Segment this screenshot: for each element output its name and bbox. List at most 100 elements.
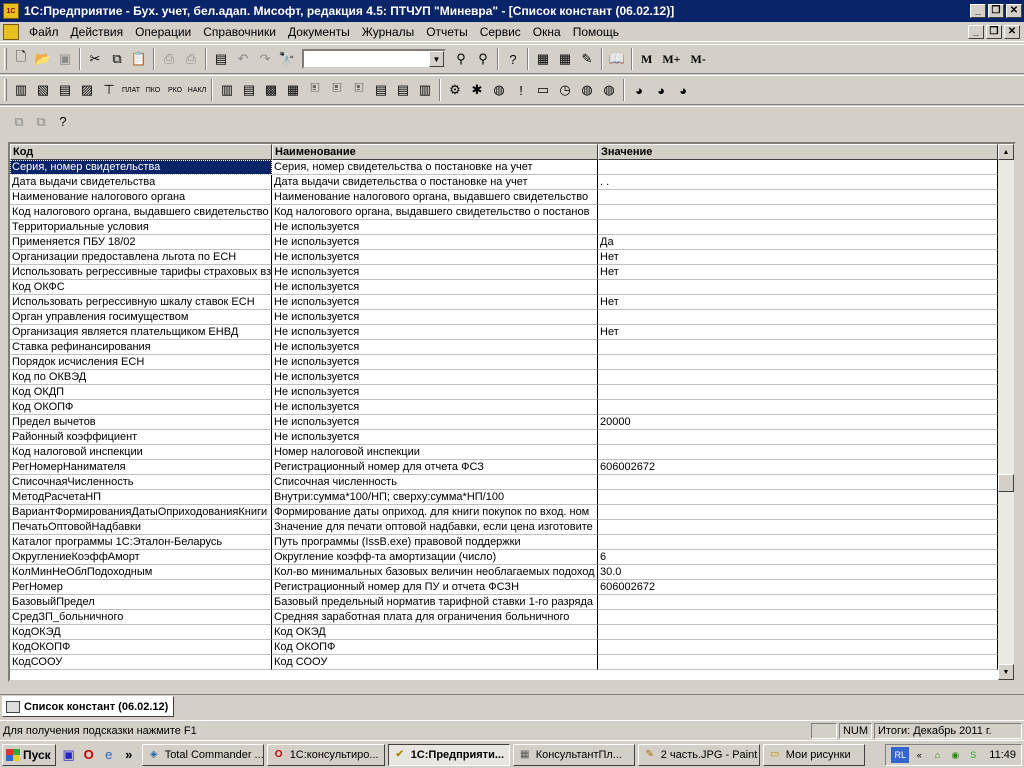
cell-code[interactable]: КолМинНеОблПодоходным bbox=[10, 565, 272, 580]
cell-name[interactable]: Средняя заработная плата для ограничения… bbox=[272, 610, 598, 625]
cell-value[interactable] bbox=[598, 475, 998, 490]
cell-name[interactable]: Дата выдачи свидетельства о постановке н… bbox=[272, 175, 598, 190]
cell-name[interactable]: Код ОКОПФ bbox=[272, 640, 598, 655]
network-icon[interactable]: ⌂ bbox=[929, 747, 945, 763]
menu-documents[interactable]: Документы bbox=[282, 25, 356, 39]
table-row[interactable]: Применяется ПБУ 18/02 Не используется Да bbox=[10, 235, 998, 250]
report-8-icon[interactable]: ▤ bbox=[370, 79, 392, 101]
document-window-icon[interactable] bbox=[3, 23, 19, 40]
security-icon[interactable]: ◉ bbox=[947, 747, 963, 763]
cell-name[interactable]: Округление коэфф-та амортизации (число) bbox=[272, 550, 598, 565]
cell-code[interactable]: МетодРасчетаНП bbox=[10, 490, 272, 505]
table-row[interactable]: Районный коэффициент Не используется bbox=[10, 430, 998, 445]
cell-code[interactable]: Код по ОКВЭД bbox=[10, 370, 272, 385]
cell-name[interactable]: Регистрационный номер для отчета ФСЗ bbox=[272, 460, 598, 475]
cell-name[interactable]: Базовый предельный норматив тарифной ста… bbox=[272, 595, 598, 610]
table-row[interactable]: Код налоговой инспекции Номер налоговой и… bbox=[10, 445, 998, 460]
cell-value[interactable] bbox=[598, 430, 998, 445]
cell-code[interactable]: Серия, номер свидетельства bbox=[10, 160, 272, 175]
menu-journals[interactable]: Журналы bbox=[356, 25, 420, 39]
skype-icon[interactable]: S bbox=[965, 747, 981, 763]
globe-3-icon[interactable]: ◕ bbox=[672, 79, 694, 101]
cell-code[interactable]: Код налогового органа, выдавшего свидете… bbox=[10, 205, 272, 220]
cell-value[interactable] bbox=[598, 625, 998, 640]
menu-service[interactable]: Сервис bbox=[474, 25, 527, 39]
cell-code[interactable]: ОкруглениеКоэффАморт bbox=[10, 550, 272, 565]
vertical-scrollbar[interactable]: ▲ ▼ bbox=[998, 144, 1014, 680]
print-icon[interactable]: ⎙ bbox=[158, 48, 180, 70]
cell-code[interactable]: Орган управления госимуществом bbox=[10, 310, 272, 325]
cell-code[interactable]: БазовыйПредел bbox=[10, 595, 272, 610]
child-minimize-button[interactable]: _ bbox=[968, 25, 984, 39]
cell-name[interactable]: Не используется bbox=[272, 235, 598, 250]
payment-order-button[interactable]: ПЛАТ bbox=[120, 79, 142, 101]
cell-value[interactable]: 606002672 bbox=[598, 460, 998, 475]
table-row[interactable]: КолМинНеОблПодоходным Кол-во минимальных … bbox=[10, 565, 998, 580]
report-1-icon[interactable]: ▥ bbox=[216, 79, 238, 101]
help-context-icon[interactable]: ? bbox=[502, 48, 524, 70]
cell-name[interactable]: Внутри:сумма*100/НП; сверху:сумма*НП/100 bbox=[272, 490, 598, 505]
chart-of-accounts-icon[interactable]: ▥ bbox=[10, 79, 32, 101]
cell-name[interactable]: Серия, номер свидетельства о постановке … bbox=[272, 160, 598, 175]
open-icon[interactable]: 📂 bbox=[32, 48, 54, 70]
cell-name[interactable]: Не используется bbox=[272, 265, 598, 280]
cell-code[interactable]: РегНомер bbox=[10, 580, 272, 595]
cell-code[interactable]: Код ОКФС bbox=[10, 280, 272, 295]
menu-reports[interactable]: Отчеты bbox=[420, 25, 473, 39]
table-row[interactable]: Каталог программы 1С:Эталон-Беларусь Путь… bbox=[10, 535, 998, 550]
cell-name[interactable]: Не используется bbox=[272, 310, 598, 325]
table-row[interactable]: КодОКЭД Код ОКЭД bbox=[10, 625, 998, 640]
operations-journal-icon[interactable]: ▧ bbox=[32, 79, 54, 101]
cell-name[interactable]: Наименование налогового органа, выдавшег… bbox=[272, 190, 598, 205]
cell-name[interactable]: Не используется bbox=[272, 355, 598, 370]
cell-value[interactable]: Да bbox=[598, 235, 998, 250]
calculator-icon[interactable]: ▦ bbox=[532, 48, 554, 70]
cell-value[interactable]: 20000 bbox=[598, 415, 998, 430]
internet-explorer-icon[interactable]: e bbox=[99, 745, 119, 765]
tile-windows-icon[interactable]: ⧉ bbox=[30, 111, 52, 133]
tool-5-icon[interactable]: ▭ bbox=[532, 79, 554, 101]
properties-icon[interactable]: ▤ bbox=[210, 48, 232, 70]
cell-value[interactable] bbox=[598, 160, 998, 175]
book-icon[interactable]: 📖 bbox=[606, 48, 628, 70]
cell-name[interactable]: Кол-во минимальных базовых величин необл… bbox=[272, 565, 598, 580]
chevron-down-icon[interactable]: ▼ bbox=[429, 51, 444, 67]
cell-value[interactable] bbox=[598, 640, 998, 655]
bar-chart-icon[interactable]: ▥ bbox=[414, 79, 436, 101]
copy-window-icon[interactable]: ⧉ bbox=[8, 111, 30, 133]
cell-code[interactable]: Каталог программы 1С:Эталон-Беларусь bbox=[10, 535, 272, 550]
cell-name[interactable]: Путь программы (IssB.exe) правовой подде… bbox=[272, 535, 598, 550]
toolbar-grip[interactable] bbox=[4, 48, 7, 70]
table-row[interactable]: Код по ОКВЭД Не используется bbox=[10, 370, 998, 385]
taskbar-item-consultant[interactable]: ▦ КонсультантПл... bbox=[512, 743, 635, 766]
table-row[interactable]: ПечатьОптовойНадбавки Значение для печати… bbox=[10, 520, 998, 535]
menu-help[interactable]: Помощь bbox=[567, 25, 625, 39]
minimize-button[interactable]: _ bbox=[970, 4, 986, 18]
cell-code[interactable]: КодСООУ bbox=[10, 655, 272, 670]
cell-code[interactable]: Территориальные условия bbox=[10, 220, 272, 235]
cell-name[interactable]: Регистрационный номер для ПУ и отчета ФС… bbox=[272, 580, 598, 595]
table-row[interactable]: ОкруглениеКоэффАморт Округление коэфф-та … bbox=[10, 550, 998, 565]
cell-name[interactable]: Не используется bbox=[272, 295, 598, 310]
find-icon[interactable]: 🔭 bbox=[276, 48, 298, 70]
cell-name[interactable]: Не используется bbox=[272, 250, 598, 265]
cell-value[interactable] bbox=[598, 385, 998, 400]
cell-code[interactable]: Применяется ПБУ 18/02 bbox=[10, 235, 272, 250]
cell-code[interactable]: ПечатьОптовойНадбавки bbox=[10, 520, 272, 535]
taskbar-item-paint[interactable]: ✎ 2 часть.JPG - Paint bbox=[637, 743, 760, 766]
save-quicklaunch-icon[interactable]: ▣ bbox=[59, 745, 79, 765]
cell-name[interactable]: Формирование даты оприход. для книги пок… bbox=[272, 505, 598, 520]
cell-name[interactable]: Не используется bbox=[272, 220, 598, 235]
cell-value[interactable] bbox=[598, 490, 998, 505]
calendar-icon[interactable]: ▦ bbox=[554, 48, 576, 70]
cell-code[interactable]: Районный коэффициент bbox=[10, 430, 272, 445]
table-row[interactable]: КодСООУ Код СООУ bbox=[10, 655, 998, 670]
invoice-button[interactable]: НАКЛ bbox=[186, 79, 208, 101]
cell-code[interactable]: Использовать регрессивные тарифы страхов… bbox=[10, 265, 272, 280]
table-row[interactable]: РегНомер Регистрационный номер для ПУ и о… bbox=[10, 580, 998, 595]
memory-minus-button[interactable]: M- bbox=[686, 52, 711, 67]
journal-icon[interactable]: ▤ bbox=[54, 79, 76, 101]
table-row[interactable]: Серия, номер свидетельства Серия, номер с… bbox=[10, 160, 998, 175]
cell-name[interactable]: Списочная численность bbox=[272, 475, 598, 490]
memory-button[interactable]: M bbox=[636, 52, 657, 67]
